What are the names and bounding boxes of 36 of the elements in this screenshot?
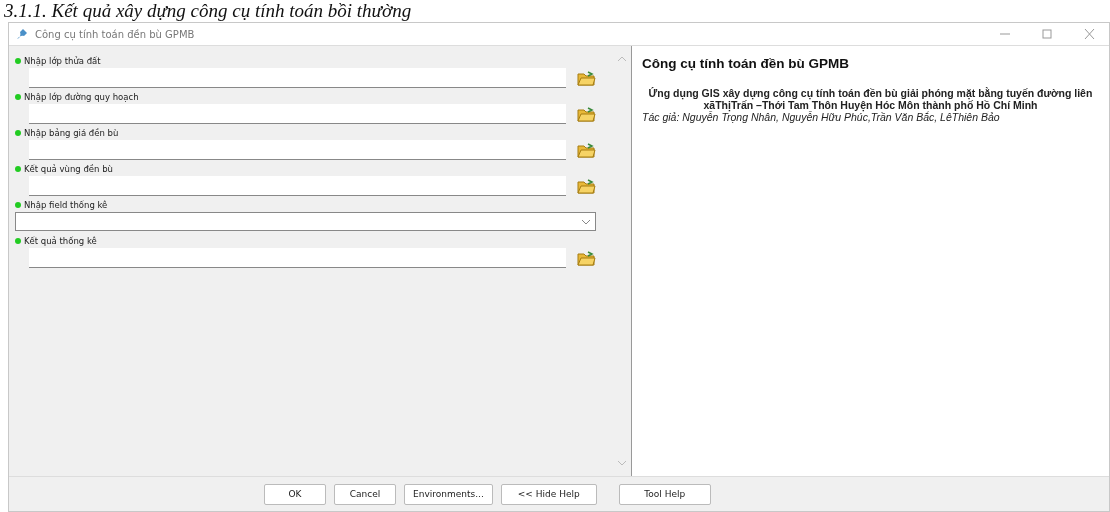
required-dot-icon (15, 166, 21, 172)
dropdown-field[interactable] (15, 212, 596, 231)
folder-icon[interactable] (576, 69, 596, 87)
parameter-label: Nhập field thống kê (24, 200, 108, 210)
parameter-label: Kết quả thống kê (24, 236, 97, 246)
input-field[interactable] (29, 176, 566, 196)
parameter-label: Nhập bảng giá đền bù (24, 128, 119, 138)
dialog-button[interactable]: Tool Help (618, 483, 711, 505)
parameter-label: Kết quả vùng đền bù (24, 164, 113, 174)
help-title: Công cụ tính toán đền bù GPMB (642, 56, 850, 71)
dialog-button[interactable]: Cancel (334, 483, 396, 505)
chevron-down-icon (581, 218, 591, 225)
required-dot-icon (15, 58, 21, 64)
dialog-button[interactable]: OK (264, 483, 326, 505)
required-dot-icon (15, 202, 21, 208)
scroll-up-icon[interactable] (617, 56, 627, 62)
parameter-label: Nhập lớp đường quy hoạch (24, 92, 139, 102)
window-title: Công cụ tính toán đền bù GPMB (35, 28, 195, 40)
parameter-label: Nhập lớp thửa đất (24, 56, 101, 66)
folder-icon[interactable] (576, 141, 596, 159)
help-description: Ứng dụng GIS xây dựng công cụ tính toán đền bù giải phóng mặt bằng tuyến đường liên xãThịTrấn –Thới Tam Thôn Huyện Hóc Môn thành phố Hồ Chí Minh (647, 87, 1094, 111)
input-field[interactable] (29, 68, 566, 88)
dialog-button[interactable]: << Hide Help (500, 483, 597, 505)
required-dot-icon (15, 130, 21, 136)
folder-icon[interactable] (576, 177, 596, 195)
dialog-button[interactable]: Environments... (404, 483, 493, 505)
scroll-down-icon[interactable] (617, 460, 627, 466)
folder-icon[interactable] (576, 105, 596, 123)
folder-icon[interactable] (576, 249, 596, 267)
input-field[interactable] (29, 248, 566, 268)
help-author: Tác giả: Nguyễn Trọng Nhân, Nguyễn Hữu Phúc,Trần Văn Bắc, LêThiên Bảo (642, 111, 1001, 123)
input-field[interactable] (29, 104, 566, 124)
required-dot-icon (15, 238, 21, 244)
required-dot-icon (15, 94, 21, 100)
document-heading: 3.1.1. Kết quả xây dựng công cụ tính toán bồi thường (3, 0, 413, 22)
input-field[interactable] (29, 140, 566, 160)
